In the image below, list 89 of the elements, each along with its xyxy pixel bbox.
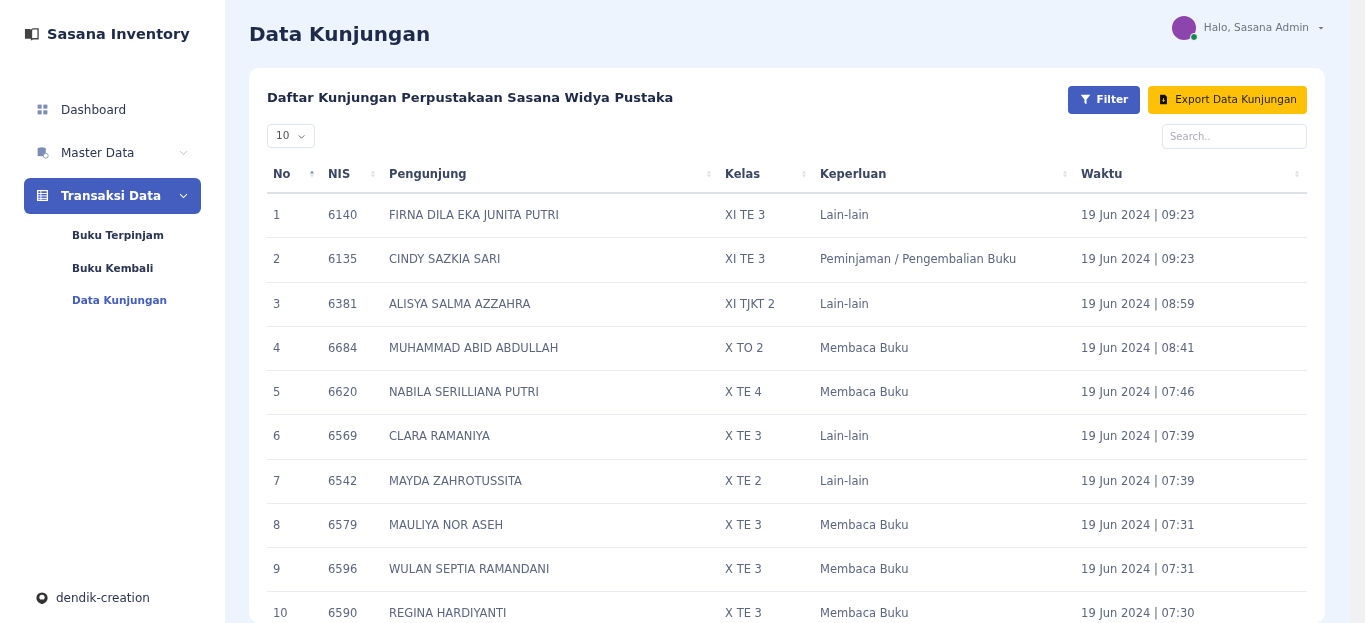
table-cell: X TE 3 bbox=[719, 547, 815, 592]
page-title: Data Kunjungan bbox=[249, 22, 431, 46]
table-cell: 2 bbox=[267, 237, 322, 282]
table-cell: XI TE 3 bbox=[719, 237, 815, 282]
search-field[interactable]: Search.. bbox=[1162, 123, 1307, 149]
funnel-icon bbox=[1079, 94, 1091, 106]
table-cell: 6590 bbox=[322, 591, 383, 623]
table-cell: Lain-lain bbox=[814, 193, 1076, 238]
table-cell: Membaca Buku bbox=[814, 547, 1076, 592]
table-cell: 6 bbox=[267, 414, 322, 459]
github-icon bbox=[36, 592, 48, 604]
table-cell: 19 Jun 2024 | 07:31 bbox=[1075, 503, 1307, 548]
brand-name: Sasana Inventory bbox=[47, 25, 190, 44]
table-cell: 6569 bbox=[322, 414, 383, 459]
table-cell: XI TJKT 2 bbox=[719, 282, 815, 327]
table-cell: REGINA HARDIYANTI bbox=[383, 591, 720, 623]
table-cell: X TE 4 bbox=[719, 370, 815, 415]
table-cell: X TO 2 bbox=[719, 326, 815, 371]
table-cell: 19 Jun 2024 | 07:39 bbox=[1075, 414, 1307, 459]
export-button[interactable]: Export Data Kunjungan bbox=[1148, 86, 1307, 114]
column-header[interactable]: Kelas bbox=[719, 156, 815, 193]
table-cell: 6620 bbox=[322, 370, 383, 415]
table-cell: Lain-lain bbox=[814, 282, 1076, 327]
book-icon bbox=[24, 27, 39, 43]
table-cell: CLARA RAMANIYA bbox=[383, 414, 720, 459]
table-cell: 19 Jun 2024 | 09:23 bbox=[1075, 237, 1307, 282]
database-icon bbox=[36, 146, 49, 160]
table-cell: 19 Jun 2024 | 08:59 bbox=[1075, 282, 1307, 327]
table-cell: X TE 3 bbox=[719, 503, 815, 548]
table-cell: 19 Jun 2024 | 09:23 bbox=[1075, 193, 1307, 238]
table-cell: 19 Jun 2024 | 07:30 bbox=[1075, 591, 1307, 623]
table-cell: ALISYA SALMA AZZAHRA bbox=[383, 282, 720, 327]
table-cell: 19 Jun 2024 | 08:41 bbox=[1075, 326, 1307, 371]
table-cell: Lain-lain bbox=[814, 414, 1076, 459]
table-cell: MAYDA ZAHROTUSSITA bbox=[383, 459, 720, 504]
submenu-item[interactable]: Buku Kembali bbox=[24, 253, 201, 284]
sidebar-item[interactable]: Master Data bbox=[24, 134, 201, 171]
grid-icon bbox=[36, 103, 49, 117]
filter-button[interactable]: Filter bbox=[1067, 86, 1141, 114]
table-cell: 6135 bbox=[322, 237, 383, 282]
table-cell: 8 bbox=[267, 503, 322, 548]
column-header[interactable]: NIS bbox=[322, 156, 383, 193]
table-cell: 1 bbox=[267, 193, 322, 238]
column-header[interactable]: Keperluan bbox=[814, 156, 1076, 193]
sidebar-item[interactable]: Transaksi Data bbox=[24, 177, 201, 214]
page-size-select[interactable]: 10 bbox=[267, 124, 316, 149]
table-cell: 6542 bbox=[322, 459, 383, 504]
submenu-item[interactable]: Buku Terpinjam bbox=[24, 220, 201, 251]
table-cell: FIRNA DILA EKA JUNITA PUTRI bbox=[383, 193, 720, 238]
table-cell: 6596 bbox=[322, 547, 383, 592]
table-cell: NABILA SERILLIANA PUTRI bbox=[383, 370, 720, 415]
table-cell: WULAN SEPTIA RAMANDANI bbox=[383, 547, 720, 592]
table-cell: 19 Jun 2024 | 07:46 bbox=[1075, 370, 1307, 415]
card-title: Daftar Kunjungan Perpustakaan Sasana Widya Pustaka bbox=[267, 89, 674, 106]
table-cell: CINDY SAZKIA SARI bbox=[383, 237, 720, 282]
table-cell: 5 bbox=[267, 370, 322, 415]
table-cell: 4 bbox=[267, 326, 322, 371]
table-cell: 7 bbox=[267, 459, 322, 504]
table-icon bbox=[36, 189, 49, 203]
table-cell: Lain-lain bbox=[814, 459, 1076, 504]
table-cell: 19 Jun 2024 | 07:31 bbox=[1075, 547, 1307, 592]
table-cell: Membaca Buku bbox=[814, 591, 1076, 623]
table-cell: 9 bbox=[267, 547, 322, 592]
column-header[interactable]: Pengunjung bbox=[383, 156, 720, 193]
table-cell: Membaca Buku bbox=[814, 370, 1076, 415]
table-cell: 10 bbox=[267, 591, 322, 623]
table-cell: X TE 2 bbox=[719, 459, 815, 504]
table-cell: 3 bbox=[267, 282, 322, 327]
table-cell: Membaca Buku bbox=[814, 503, 1076, 548]
footer-link[interactable]: dendik-creation bbox=[24, 589, 201, 607]
column-header[interactable]: Waktu bbox=[1075, 156, 1307, 193]
table-cell: 6140 bbox=[322, 193, 383, 238]
table-cell: X TE 3 bbox=[719, 414, 815, 459]
table-cell: 6684 bbox=[322, 326, 383, 371]
table-cell: X TE 3 bbox=[719, 591, 815, 623]
table-cell: MUHAMMAD ABID ABDULLAH bbox=[383, 326, 720, 371]
user-menu[interactable]: Halo, Sasana Admin bbox=[1171, 16, 1325, 40]
column-header[interactable]: No bbox=[267, 156, 322, 193]
table-cell: 19 Jun 2024 | 07:39 bbox=[1075, 459, 1307, 504]
submenu-item[interactable]: Data Kunjungan bbox=[24, 286, 201, 316]
table-cell: Membaca Buku bbox=[814, 326, 1076, 371]
table-cell: 6381 bbox=[322, 282, 383, 327]
table-cell: MAULIYA NOR ASEH bbox=[383, 503, 720, 548]
table-cell: XI TE 3 bbox=[719, 193, 815, 238]
caret-icon bbox=[1317, 24, 1325, 32]
table-cell: 6579 bbox=[322, 503, 383, 548]
sidebar-item[interactable]: Dashboard bbox=[24, 91, 201, 128]
table-cell: Peminjaman / Pengembalian Buku bbox=[814, 237, 1076, 282]
file-download-icon bbox=[1158, 94, 1170, 106]
